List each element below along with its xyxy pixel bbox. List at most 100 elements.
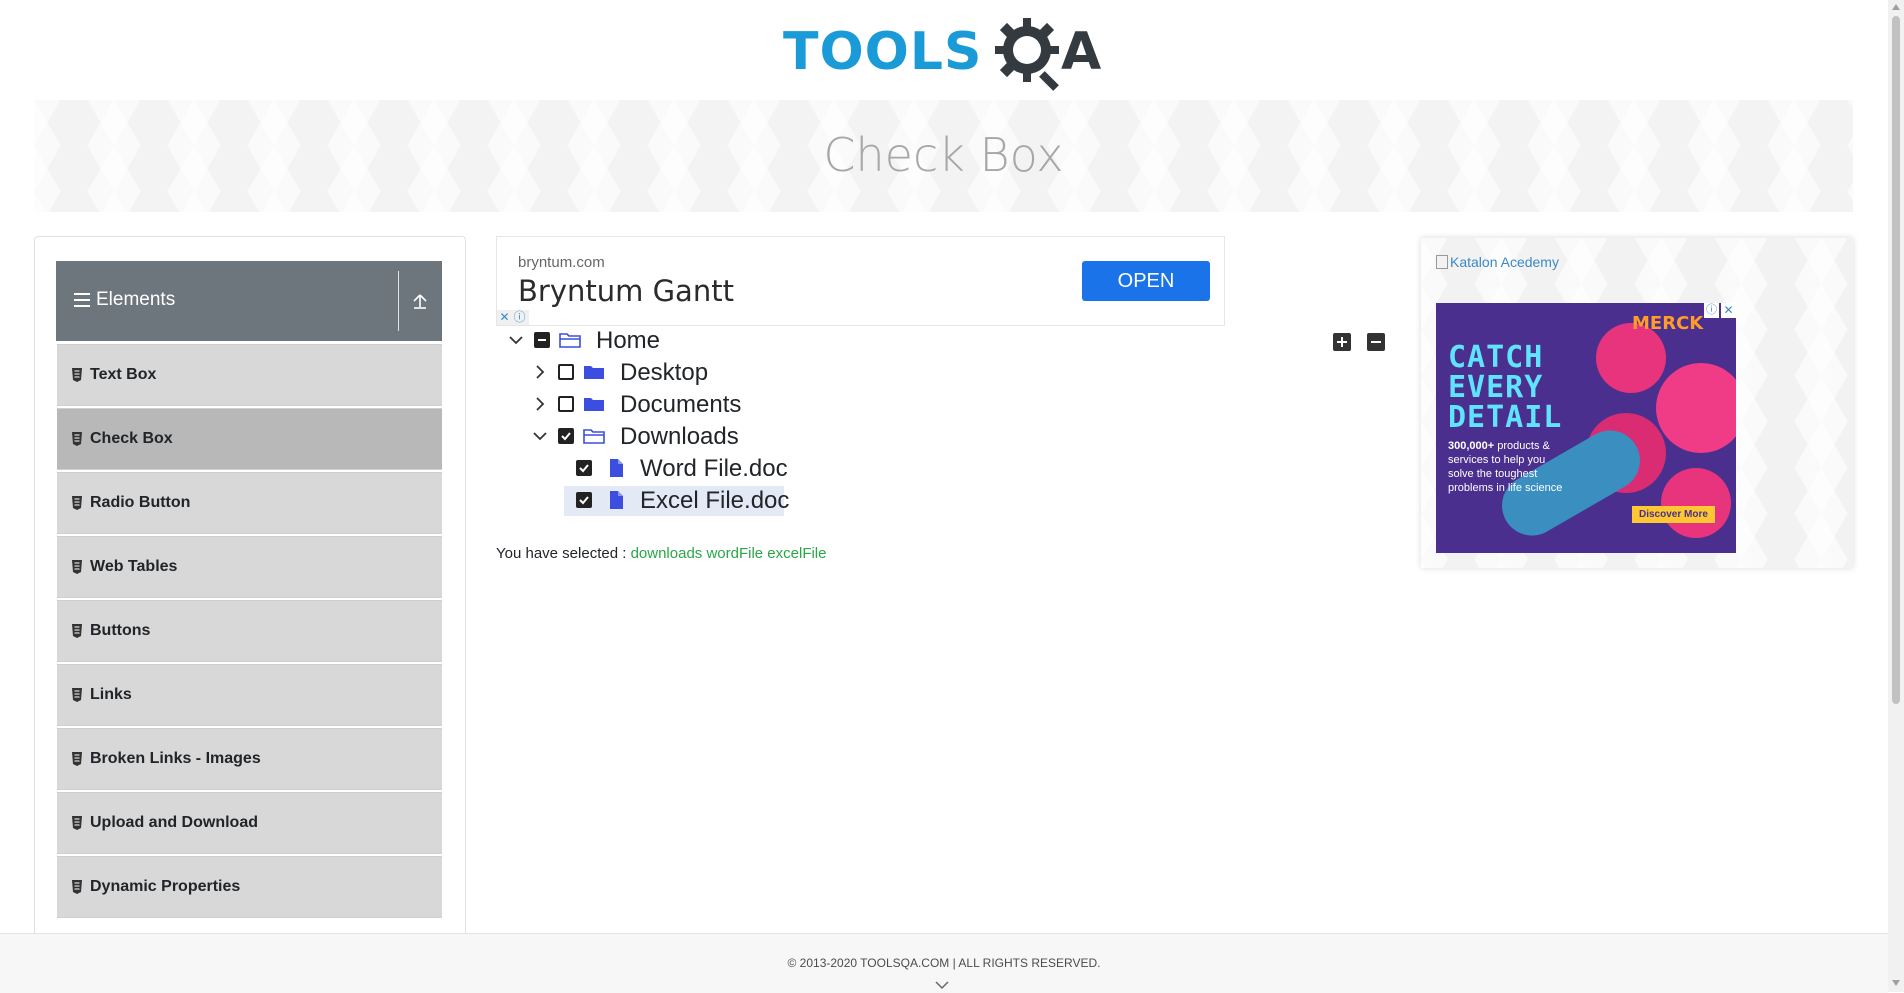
checkbox-half-icon[interactable]: [534, 332, 550, 348]
left-sidebar: Elements Text Box Check Box Radio Button We…: [34, 236, 466, 938]
ad-close-icon[interactable]: ✕: [1721, 303, 1736, 318]
page-banner: Check Box: [34, 100, 1853, 212]
sidebar-item-label: Check Box: [90, 430, 173, 447]
sidebar-item-label: Links: [90, 686, 132, 703]
checkbox-checked-icon[interactable]: [576, 460, 592, 476]
sidebar-item-label: Buttons: [90, 622, 151, 639]
ad-domain: bryntum.com: [518, 254, 605, 271]
folder-icon: [584, 398, 604, 411]
chevron-down-icon[interactable]: [935, 980, 949, 990]
copyright-text: © 2013-2020 TOOLSQA.COM | ALL RIGHTS RES…: [787, 956, 1101, 970]
tree-node-label[interactable]: Home: [596, 326, 660, 356]
logo-text: TOOLS: [783, 22, 983, 82]
tree-node: Downloads: [496, 422, 896, 452]
folder-open-icon: [559, 333, 581, 348]
checkbox-checked-icon[interactable]: [576, 492, 592, 508]
collapse-all-button[interactable]: [1367, 333, 1385, 351]
html5-shield-icon: [72, 432, 82, 446]
tree-node-label[interactable]: Documents: [620, 390, 741, 420]
scroll-up-arrow[interactable]: [1892, 4, 1900, 10]
gear-magnifier-icon: [995, 18, 1059, 91]
expand-all-button[interactable]: [1333, 333, 1351, 351]
scroll-down-arrow[interactable]: [1892, 980, 1900, 986]
elements-group-header[interactable]: Elements: [56, 261, 442, 341]
header-divider: [398, 271, 399, 331]
checkbox-unchecked-icon[interactable]: [558, 364, 574, 380]
group-title: Elements: [96, 289, 176, 310]
merck-brand-logo: MERCK: [1632, 313, 1704, 334]
sidebar-item-label: Dynamic Properties: [90, 878, 241, 895]
top-advertisement[interactable]: bryntum.com Bryntum Gantt OPEN: [496, 236, 1225, 326]
tree-node-label[interactable]: Downloads: [620, 422, 739, 452]
html5-shield-icon: [72, 624, 82, 638]
ad-headline: CATCH EVERY DETAIL: [1448, 340, 1563, 435]
merck-ad-banner[interactable]: CATCH EVERY DETAIL 300,000+ products & s…: [1436, 303, 1736, 553]
ad-title: Bryntum Gantt: [518, 274, 734, 308]
sidebar-item-check-box[interactable]: Check Box: [57, 408, 442, 470]
tree-node: Excel File.doc: [564, 486, 789, 516]
ad-close-icon[interactable]: ✕: [497, 310, 512, 325]
checkbox-checked-icon[interactable]: [558, 428, 574, 444]
ad-image-cell: [1661, 468, 1731, 538]
sidebar-item-label: Radio Button: [90, 494, 191, 511]
sidebar-item-buttons[interactable]: Buttons: [57, 600, 442, 662]
tree-node: Desktop: [496, 358, 896, 388]
chevron-down-icon[interactable]: [530, 426, 550, 446]
sidebar-item-label: Text Box: [90, 366, 157, 383]
chevron-down-icon[interactable]: [506, 330, 526, 350]
discover-more-button[interactable]: Discover More: [1632, 506, 1715, 523]
ad-open-button[interactable]: OPEN: [1082, 261, 1210, 301]
sidebar-item-label: Upload and Download: [90, 814, 258, 831]
html5-shield-icon: [72, 688, 82, 702]
checkbox-tree: Home Desktop Documents Downloads Word File.d…: [496, 326, 1396, 526]
tree-node-label[interactable]: Word File.doc: [640, 454, 788, 484]
scroll-thumb[interactable]: [1892, 16, 1900, 704]
html5-shield-icon: [72, 368, 82, 382]
broken-image-icon: [1436, 255, 1448, 269]
tree-node-label[interactable]: Desktop: [620, 358, 708, 388]
folder-open-icon: [583, 429, 605, 444]
chevron-right-icon[interactable]: [530, 394, 550, 414]
page-scrollbar[interactable]: [1888, 0, 1904, 992]
tree-node: Documents: [496, 390, 896, 420]
file-icon: [610, 459, 623, 477]
ad-image-cell: [1656, 363, 1736, 453]
folder-icon: [584, 366, 604, 379]
checkbox-unchecked-icon[interactable]: [558, 396, 574, 412]
toolsqa-logo[interactable]: TOOLS A: [783, 16, 1108, 92]
html5-shield-icon: [72, 496, 82, 510]
ad-info-icon[interactable]: ⓘ: [512, 310, 527, 325]
file-icon: [610, 491, 623, 509]
chevron-right-icon[interactable]: [530, 362, 550, 382]
broken-image-alt: Katalon Acedemy: [1450, 254, 1559, 270]
tree-node-label[interactable]: Excel File.doc: [640, 486, 789, 516]
sidebar-item-dynamic-properties[interactable]: Dynamic Properties: [57, 856, 442, 918]
upload-arrow-icon[interactable]: [412, 291, 428, 311]
html5-shield-icon: [72, 560, 82, 574]
sidebar-item-broken-links-images[interactable]: Broken Links - Images: [57, 728, 442, 790]
logo-a: A: [1061, 22, 1102, 82]
sidebar-item-links[interactable]: Links: [57, 664, 442, 726]
page-title: Check Box: [823, 128, 1064, 182]
ad-info-icon[interactable]: ⓘ: [1704, 303, 1719, 318]
selection-result: You have selected : downloads wordFile e…: [496, 545, 827, 562]
html5-shield-icon: [72, 752, 82, 766]
sidebar-item-upload-and-download[interactable]: Upload and Download: [57, 792, 442, 854]
sidebar-item-label: Web Tables: [90, 558, 178, 575]
result-prefix: You have selected :: [496, 545, 627, 562]
elements-menu-list: Text Box Check Box Radio Button Web Tables B…: [57, 344, 442, 920]
broken-image-link[interactable]: Katalon Acedemy: [1436, 254, 1559, 270]
hamburger-icon: [74, 293, 90, 309]
sidebar-item-text-box[interactable]: Text Box: [57, 344, 442, 406]
sidebar-item-label: Broken Links - Images: [90, 750, 261, 767]
tree-node: Home: [496, 326, 896, 356]
ad-choices[interactable]: ✕ ⓘ: [497, 310, 529, 325]
right-advertisement: Katalon Acedemy CATCH EVERY DETAIL 300,0…: [1421, 238, 1853, 568]
html5-shield-icon: [72, 880, 82, 894]
ad-body-text: 300,000+ products & services to help you…: [1448, 439, 1568, 495]
sidebar-item-web-tables[interactable]: Web Tables: [57, 536, 442, 598]
tree-node: Word File.doc: [496, 454, 896, 484]
sidebar-item-radio-button[interactable]: Radio Button: [57, 472, 442, 534]
result-selected: downloads wordFile excelFile: [630, 545, 827, 562]
ad-body-bold: 300,000+: [1448, 440, 1495, 452]
